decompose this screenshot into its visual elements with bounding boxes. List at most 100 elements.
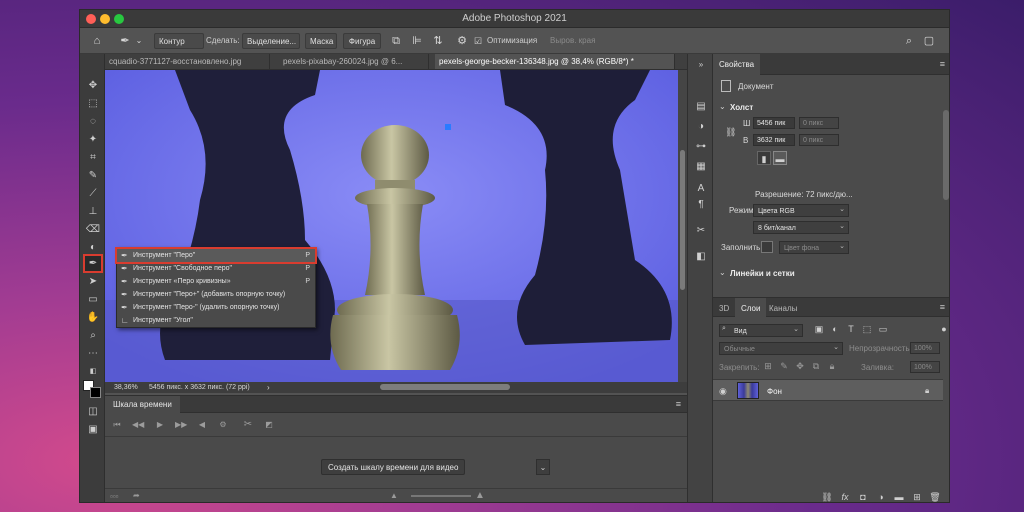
create-video-timeline-button[interactable]: Создать шкалу времени для видео: [321, 459, 466, 475]
link-icon[interactable]: ⛓: [725, 127, 736, 138]
flyout-item-freeform-pen[interactable]: ✒ Инструмент "Свободное перо" P: [117, 262, 315, 275]
screen-mode-icon[interactable]: ▣: [85, 422, 101, 437]
swatches-icon[interactable]: ▦: [694, 160, 708, 174]
collapse-icon[interactable]: »: [694, 58, 708, 72]
adjustment-layer-icon[interactable]: ◑: [875, 492, 887, 502]
rectangle-tool-icon[interactable]: ▭: [85, 292, 101, 307]
split-icon[interactable]: ✂: [242, 419, 254, 431]
document-canvas[interactable]: [105, 70, 678, 382]
tab-document-3[interactable]: pexels-george-becker-136348.jpg @ 38,4% …: [435, 54, 675, 69]
previous-frame-icon[interactable]: ◀◀: [132, 419, 144, 431]
fill-opacity-input[interactable]: 100%: [910, 361, 940, 373]
first-frame-icon[interactable]: ⏮: [111, 419, 123, 431]
lock-all-icon[interactable]: 🔒︎: [827, 361, 837, 372]
workspace-icon[interactable]: ▢: [922, 33, 936, 49]
background-color-swatch[interactable]: [90, 387, 101, 398]
hand-tool-icon[interactable]: ✋: [85, 310, 101, 325]
lock-position-icon[interactable]: ✥: [795, 361, 805, 372]
move-tool-icon[interactable]: ✥: [85, 78, 101, 93]
path-selection-tool-icon[interactable]: ➤: [85, 274, 101, 289]
optimize-checkbox[interactable]: ☑: [471, 33, 485, 49]
landscape-orientation-icon[interactable]: ▬: [773, 151, 787, 165]
x-offset-input[interactable]: 0 пикс: [799, 117, 839, 129]
more-tools-icon[interactable]: ⋯: [85, 346, 101, 361]
transition-icon[interactable]: ◩: [263, 419, 275, 431]
flyout-item-pen[interactable]: ✒ Инструмент "Перо" P: [115, 247, 317, 264]
chevron-down-icon[interactable]: ⌄: [132, 33, 146, 49]
chevron-right-icon[interactable]: ›: [267, 382, 270, 393]
history-icon[interactable]: ▤: [694, 100, 708, 114]
paragraph-icon[interactable]: ¶: [694, 198, 708, 212]
new-layer-icon[interactable]: ⊞: [911, 492, 923, 502]
tab-timeline[interactable]: Шкала времени: [105, 396, 180, 413]
panel-menu-icon[interactable]: ≡: [940, 302, 945, 312]
flyout-item-convert-point[interactable]: ∟ Инструмент "Угол": [117, 314, 315, 327]
properties-scrollbar[interactable]: [943, 110, 949, 200]
chevron-down-icon[interactable]: ⌄: [536, 459, 550, 475]
tab-channels[interactable]: Каналы: [763, 298, 803, 319]
maximize-window-button[interactable]: [114, 14, 124, 24]
pen-icon[interactable]: ✒: [118, 33, 132, 49]
quick-mask-icon[interactable]: ◫: [85, 404, 101, 419]
add-mask-icon[interactable]: ◘: [857, 492, 869, 502]
eye-icon[interactable]: ◉: [719, 386, 727, 397]
shape-filter-icon[interactable]: ⬚: [861, 324, 873, 335]
next-frame-icon[interactable]: ▶▶: [175, 419, 187, 431]
smart-filter-icon[interactable]: ▭: [877, 324, 889, 335]
fx-icon[interactable]: fx: [839, 492, 851, 502]
home-icon[interactable]: ⌂: [90, 33, 104, 49]
tab-document-2[interactable]: pexels-pixabay-260024.jpg @ 6...: [279, 54, 429, 69]
zoom-tool-icon[interactable]: ⌕: [85, 328, 101, 343]
stamp-tool-icon[interactable]: ⊥: [85, 204, 101, 219]
adjustment-filter-icon[interactable]: ◐: [829, 324, 841, 334]
tab-properties[interactable]: Свойства: [713, 54, 761, 75]
layer-row[interactable]: ◉ Фон 🔒︎: [713, 379, 943, 401]
lock-transparency-icon[interactable]: ⊞: [763, 361, 773, 372]
lock-pixels-icon[interactable]: ✎: [779, 361, 789, 372]
tab-document-1[interactable]: cquadio-3771127-восстановлено.jpg: [105, 54, 270, 69]
width-input[interactable]: 5456 пик: [753, 117, 795, 129]
portrait-orientation-icon[interactable]: ▮: [757, 151, 771, 165]
shape-button[interactable]: Фигура: [343, 33, 381, 49]
levels-icon[interactable]: ⊶: [694, 140, 708, 154]
panel-menu-icon[interactable]: ≡: [940, 59, 945, 69]
opacity-input[interactable]: 100%: [910, 342, 940, 354]
timeline-zoom-slider[interactable]: [411, 495, 471, 497]
group-icon[interactable]: ▬: [893, 492, 905, 502]
y-offset-input[interactable]: 0 пикс: [799, 134, 839, 146]
eyedropper-tool-icon[interactable]: ✎: [85, 168, 101, 183]
vertical-scrollbar[interactable]: [678, 70, 687, 382]
flyout-item-curvature-pen[interactable]: ✒ Инструмент «Перо кривизны» P: [117, 275, 315, 288]
panel-menu-icon[interactable]: ≡: [676, 399, 681, 409]
path-arrangement-icon[interactable]: ⇅: [431, 33, 445, 49]
convert-frames-icon[interactable]: ▫▫▫: [110, 492, 119, 501]
dodge-tool-icon[interactable]: ◐: [85, 240, 101, 255]
brush-tool-icon[interactable]: ⟋: [85, 186, 101, 201]
audio-icon[interactable]: ◀: [196, 419, 208, 431]
mask-button[interactable]: Маска: [305, 33, 337, 49]
fill-color-swatch[interactable]: [761, 241, 773, 253]
path-mode-select[interactable]: Контур: [154, 33, 204, 49]
eraser-tool-icon[interactable]: ⌫: [85, 222, 101, 237]
tab-3d[interactable]: 3D: [713, 298, 735, 319]
default-colors-icon[interactable]: ◧: [85, 364, 101, 379]
close-window-button[interactable]: [86, 14, 96, 24]
adjustments-icon[interactable]: ◑: [694, 120, 708, 134]
flyout-item-delete-anchor[interactable]: ✒ Инструмент "Перо-" (удалить опорную то…: [117, 301, 315, 314]
selection-button[interactable]: Выделение...: [242, 33, 300, 49]
settings-icon[interactable]: ⚙: [217, 419, 229, 431]
minimize-window-button[interactable]: [100, 14, 110, 24]
color-mode-select[interactable]: Цвета RGB: [753, 203, 849, 217]
pen-tool-icon[interactable]: ✒: [83, 254, 103, 273]
marquee-tool-icon[interactable]: ⬚: [85, 96, 101, 111]
crop-tool-icon[interactable]: ⌗: [85, 150, 101, 165]
chevron-down-icon[interactable]: ⌄: [719, 268, 726, 277]
zoom-in-icon[interactable]: ▲: [475, 490, 485, 501]
search-icon[interactable]: ⌕: [902, 33, 916, 49]
filter-toggle-icon[interactable]: ●: [939, 324, 949, 334]
gear-icon[interactable]: ⚙: [455, 33, 469, 49]
path-operations-icon[interactable]: ⧉: [389, 33, 403, 49]
lock-artboard-icon[interactable]: ⧉: [811, 361, 821, 372]
magic-wand-tool-icon[interactable]: ✦: [85, 132, 101, 147]
flyout-item-add-anchor[interactable]: ✒ Инструмент "Перо+" (добавить опорную т…: [117, 288, 315, 301]
